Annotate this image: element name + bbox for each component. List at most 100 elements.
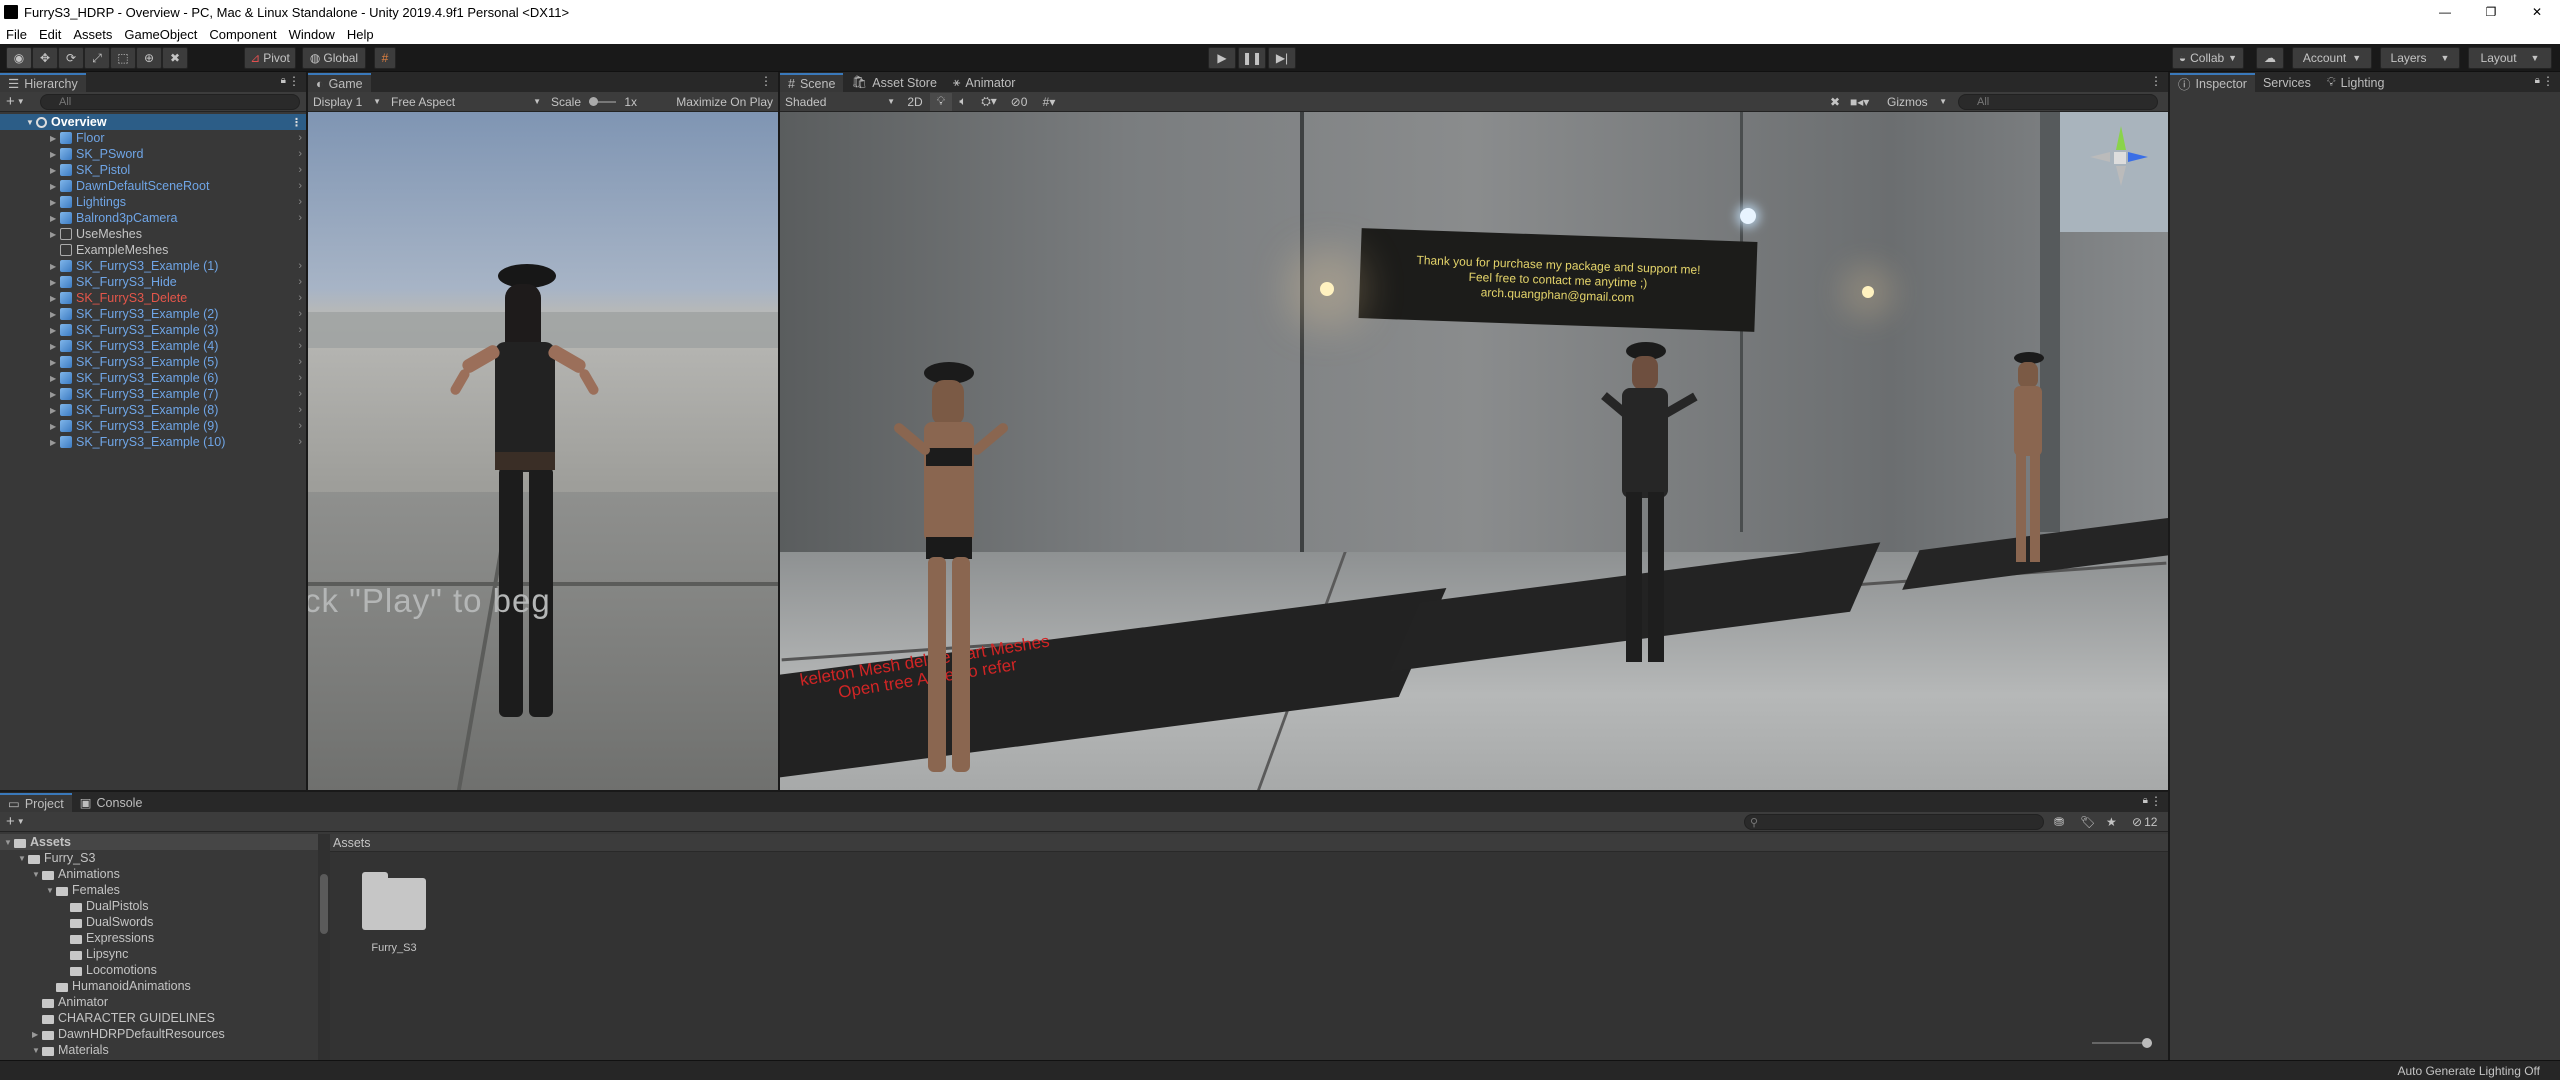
tab-inspector[interactable]: ⓘ Inspector <box>2170 73 2255 92</box>
scene-search-input[interactable]: All <box>1958 94 2158 110</box>
expand-arrow-icon[interactable]: ▶ <box>50 262 60 271</box>
zoom-slider-thumb[interactable] <box>2142 1038 2152 1048</box>
account-dropdown[interactable]: Account ▼ <box>2292 47 2372 69</box>
kebab-menu-icon[interactable]: ⋮ <box>2150 794 2162 808</box>
audio-icon[interactable]: 🔈︎ <box>952 94 974 109</box>
asset-item[interactable]: Furry_S3 <box>354 870 434 954</box>
chevron-right-icon[interactable]: › <box>298 340 302 352</box>
minimize-button[interactable]: — <box>2422 0 2468 24</box>
tab-scene[interactable]: # Scene <box>780 73 844 92</box>
project-folder-item[interactable]: ▼ Materials <box>0 1042 318 1058</box>
hierarchy-item[interactable]: ▶ SK_FurryS3_Example (10) › <box>0 434 306 450</box>
grid-visibility-icon[interactable]: #▾ <box>1034 95 1064 109</box>
chevron-right-icon[interactable]: › <box>298 196 302 208</box>
project-folder-item[interactable]: ▼ Furry_S3 <box>0 850 318 866</box>
expand-arrow-icon[interactable]: ▶ <box>50 406 60 415</box>
collab-dropdown[interactable]: ◒ Collab ▼ <box>2172 47 2244 69</box>
menu-component[interactable]: Component <box>203 27 282 42</box>
lock-icon[interactable]: 🔒︎ <box>2535 75 2540 86</box>
menu-gameobject[interactable]: GameObject <box>118 27 203 42</box>
hierarchy-item[interactable]: ▶ SK_FurryS3_Example (7) › <box>0 386 306 402</box>
favorite-star-icon[interactable]: ★ <box>2106 815 2117 829</box>
hierarchy-item[interactable]: ▶ SK_Pistol › <box>0 162 306 178</box>
breadcrumb-assets[interactable]: Assets <box>333 836 371 850</box>
hierarchy-item[interactable]: ▶ DawnDefaultSceneRoot › <box>0 178 306 194</box>
kebab-menu-icon[interactable]: ⋮ <box>760 74 772 88</box>
project-folder-item[interactable]: ▶ DawnHDRPDefaultResources <box>0 1026 318 1042</box>
tab-lighting[interactable]: 💡︎ Lighting <box>2319 73 2393 92</box>
chevron-right-icon[interactable]: › <box>298 420 302 432</box>
hierarchy-item[interactable]: ExampleMeshes <box>0 242 306 258</box>
project-folder-item[interactable]: Locomotions <box>0 962 318 978</box>
expand-arrow-icon[interactable]: ▼ <box>4 838 14 847</box>
hierarchy-item[interactable]: ▶ SK_FurryS3_Example (4) › <box>0 338 306 354</box>
project-folder-item[interactable]: DualSwords <box>0 914 318 930</box>
rect-tool-button[interactable]: ⬚ <box>110 47 136 69</box>
tools-icon[interactable]: ✖ <box>1830 95 1840 109</box>
maximize-button[interactable]: ❐ <box>2468 0 2514 24</box>
expand-arrow-icon[interactable]: ▶ <box>50 198 60 207</box>
hierarchy-item[interactable]: ▶ SK_FurryS3_Example (5) › <box>0 354 306 370</box>
expand-arrow-icon[interactable]: ▶ <box>50 390 60 399</box>
chevron-right-icon[interactable]: › <box>298 308 302 320</box>
hierarchy-item[interactable]: ▶ Lightings › <box>0 194 306 210</box>
global-toggle[interactable]: ◍ Global <box>302 47 366 69</box>
chevron-right-icon[interactable]: › <box>298 212 302 224</box>
project-folder-item[interactable]: CHARACTER GUIDELINES <box>0 1010 318 1026</box>
kebab-menu-icon[interactable]: ⋮ <box>291 116 302 129</box>
tab-asset-store[interactable]: 🛍︎ Asset Store <box>843 73 945 92</box>
project-folder-item[interactable]: DualPistols <box>0 898 318 914</box>
menu-window[interactable]: Window <box>283 27 341 42</box>
chevron-right-icon[interactable]: › <box>298 372 302 384</box>
project-folder-item[interactable]: Lipsync <box>0 946 318 962</box>
project-folder-item[interactable]: ▼ Assets <box>0 834 318 850</box>
tab-project[interactable]: ▭ Project <box>0 793 72 812</box>
tab-console[interactable]: ▣ Console <box>72 793 151 812</box>
tab-hierarchy[interactable]: ☰ Hierarchy <box>0 73 86 92</box>
scale-slider[interactable]: Scale 1x <box>546 93 642 111</box>
expand-arrow-icon[interactable]: ▶ <box>50 182 60 191</box>
maximize-on-play-toggle[interactable]: Maximize On Play <box>671 93 778 111</box>
hierarchy-item[interactable]: ▶ SK_FurryS3_Example (8) › <box>0 402 306 418</box>
transform-tool-button[interactable]: ⊕ <box>136 47 162 69</box>
menu-file[interactable]: File <box>0 27 33 42</box>
directional-light-icon[interactable] <box>1740 208 1756 224</box>
expand-arrow-icon[interactable]: ▶ <box>50 294 60 303</box>
hierarchy-item[interactable]: ▶ SK_FurryS3_Hide › <box>0 274 306 290</box>
expand-arrow-icon[interactable]: ▶ <box>50 230 60 239</box>
expand-arrow-icon[interactable]: ▼ <box>26 118 36 127</box>
layers-dropdown[interactable]: Layers ▼ <box>2380 47 2460 69</box>
filter-type-icon[interactable]: ⛃ <box>2054 815 2064 829</box>
display-dropdown[interactable]: Display 1 ▼ <box>308 93 386 111</box>
chevron-down-icon[interactable]: ▼ <box>17 817 25 826</box>
hierarchy-item[interactable]: ▶ SK_FurryS3_Example (9) › <box>0 418 306 434</box>
expand-arrow-icon[interactable]: ▶ <box>50 422 60 431</box>
game-viewport[interactable]: ck "Play" to beg <box>308 112 778 790</box>
chevron-right-icon[interactable]: › <box>298 276 302 288</box>
expand-arrow-icon[interactable]: ▶ <box>50 310 60 319</box>
hierarchy-search-input[interactable]: All <box>40 94 300 110</box>
hand-tool-button[interactable]: ◉ <box>6 47 32 69</box>
project-folder-item[interactable]: ▼ Animations <box>0 866 318 882</box>
camera-icon[interactable]: ■◂▾ <box>1850 95 1869 109</box>
custom-tool-button[interactable]: ✖ <box>162 47 188 69</box>
project-search-input[interactable]: ⚲ <box>1744 814 2044 830</box>
chevron-right-icon[interactable]: › <box>298 404 302 416</box>
expand-arrow-icon[interactable]: ▼ <box>18 854 28 863</box>
kebab-menu-icon[interactable]: ⋮ <box>2150 74 2162 88</box>
tab-services[interactable]: Services <box>2255 73 2319 92</box>
project-folder-item[interactable]: HumanoidAnimations <box>0 978 318 994</box>
chevron-right-icon[interactable]: › <box>298 180 302 192</box>
filter-label-icon[interactable]: 🏷︎ <box>2080 815 2095 829</box>
scrollbar-thumb[interactable] <box>320 874 328 934</box>
expand-arrow-icon[interactable]: ▶ <box>50 374 60 383</box>
hierarchy-item[interactable]: ▶ Balrond3pCamera › <box>0 210 306 226</box>
expand-arrow-icon[interactable]: ▶ <box>50 150 60 159</box>
chevron-down-icon[interactable]: ▼ <box>17 97 25 106</box>
chevron-right-icon[interactable]: › <box>298 260 302 272</box>
expand-arrow-icon[interactable]: ▶ <box>50 438 60 447</box>
tree-scrollbar[interactable] <box>318 834 330 1060</box>
expand-arrow-icon[interactable]: ▶ <box>50 166 60 175</box>
hierarchy-item[interactable]: ▶ SK_FurryS3_Example (2) › <box>0 306 306 322</box>
play-button[interactable]: ▶ <box>1208 47 1236 69</box>
